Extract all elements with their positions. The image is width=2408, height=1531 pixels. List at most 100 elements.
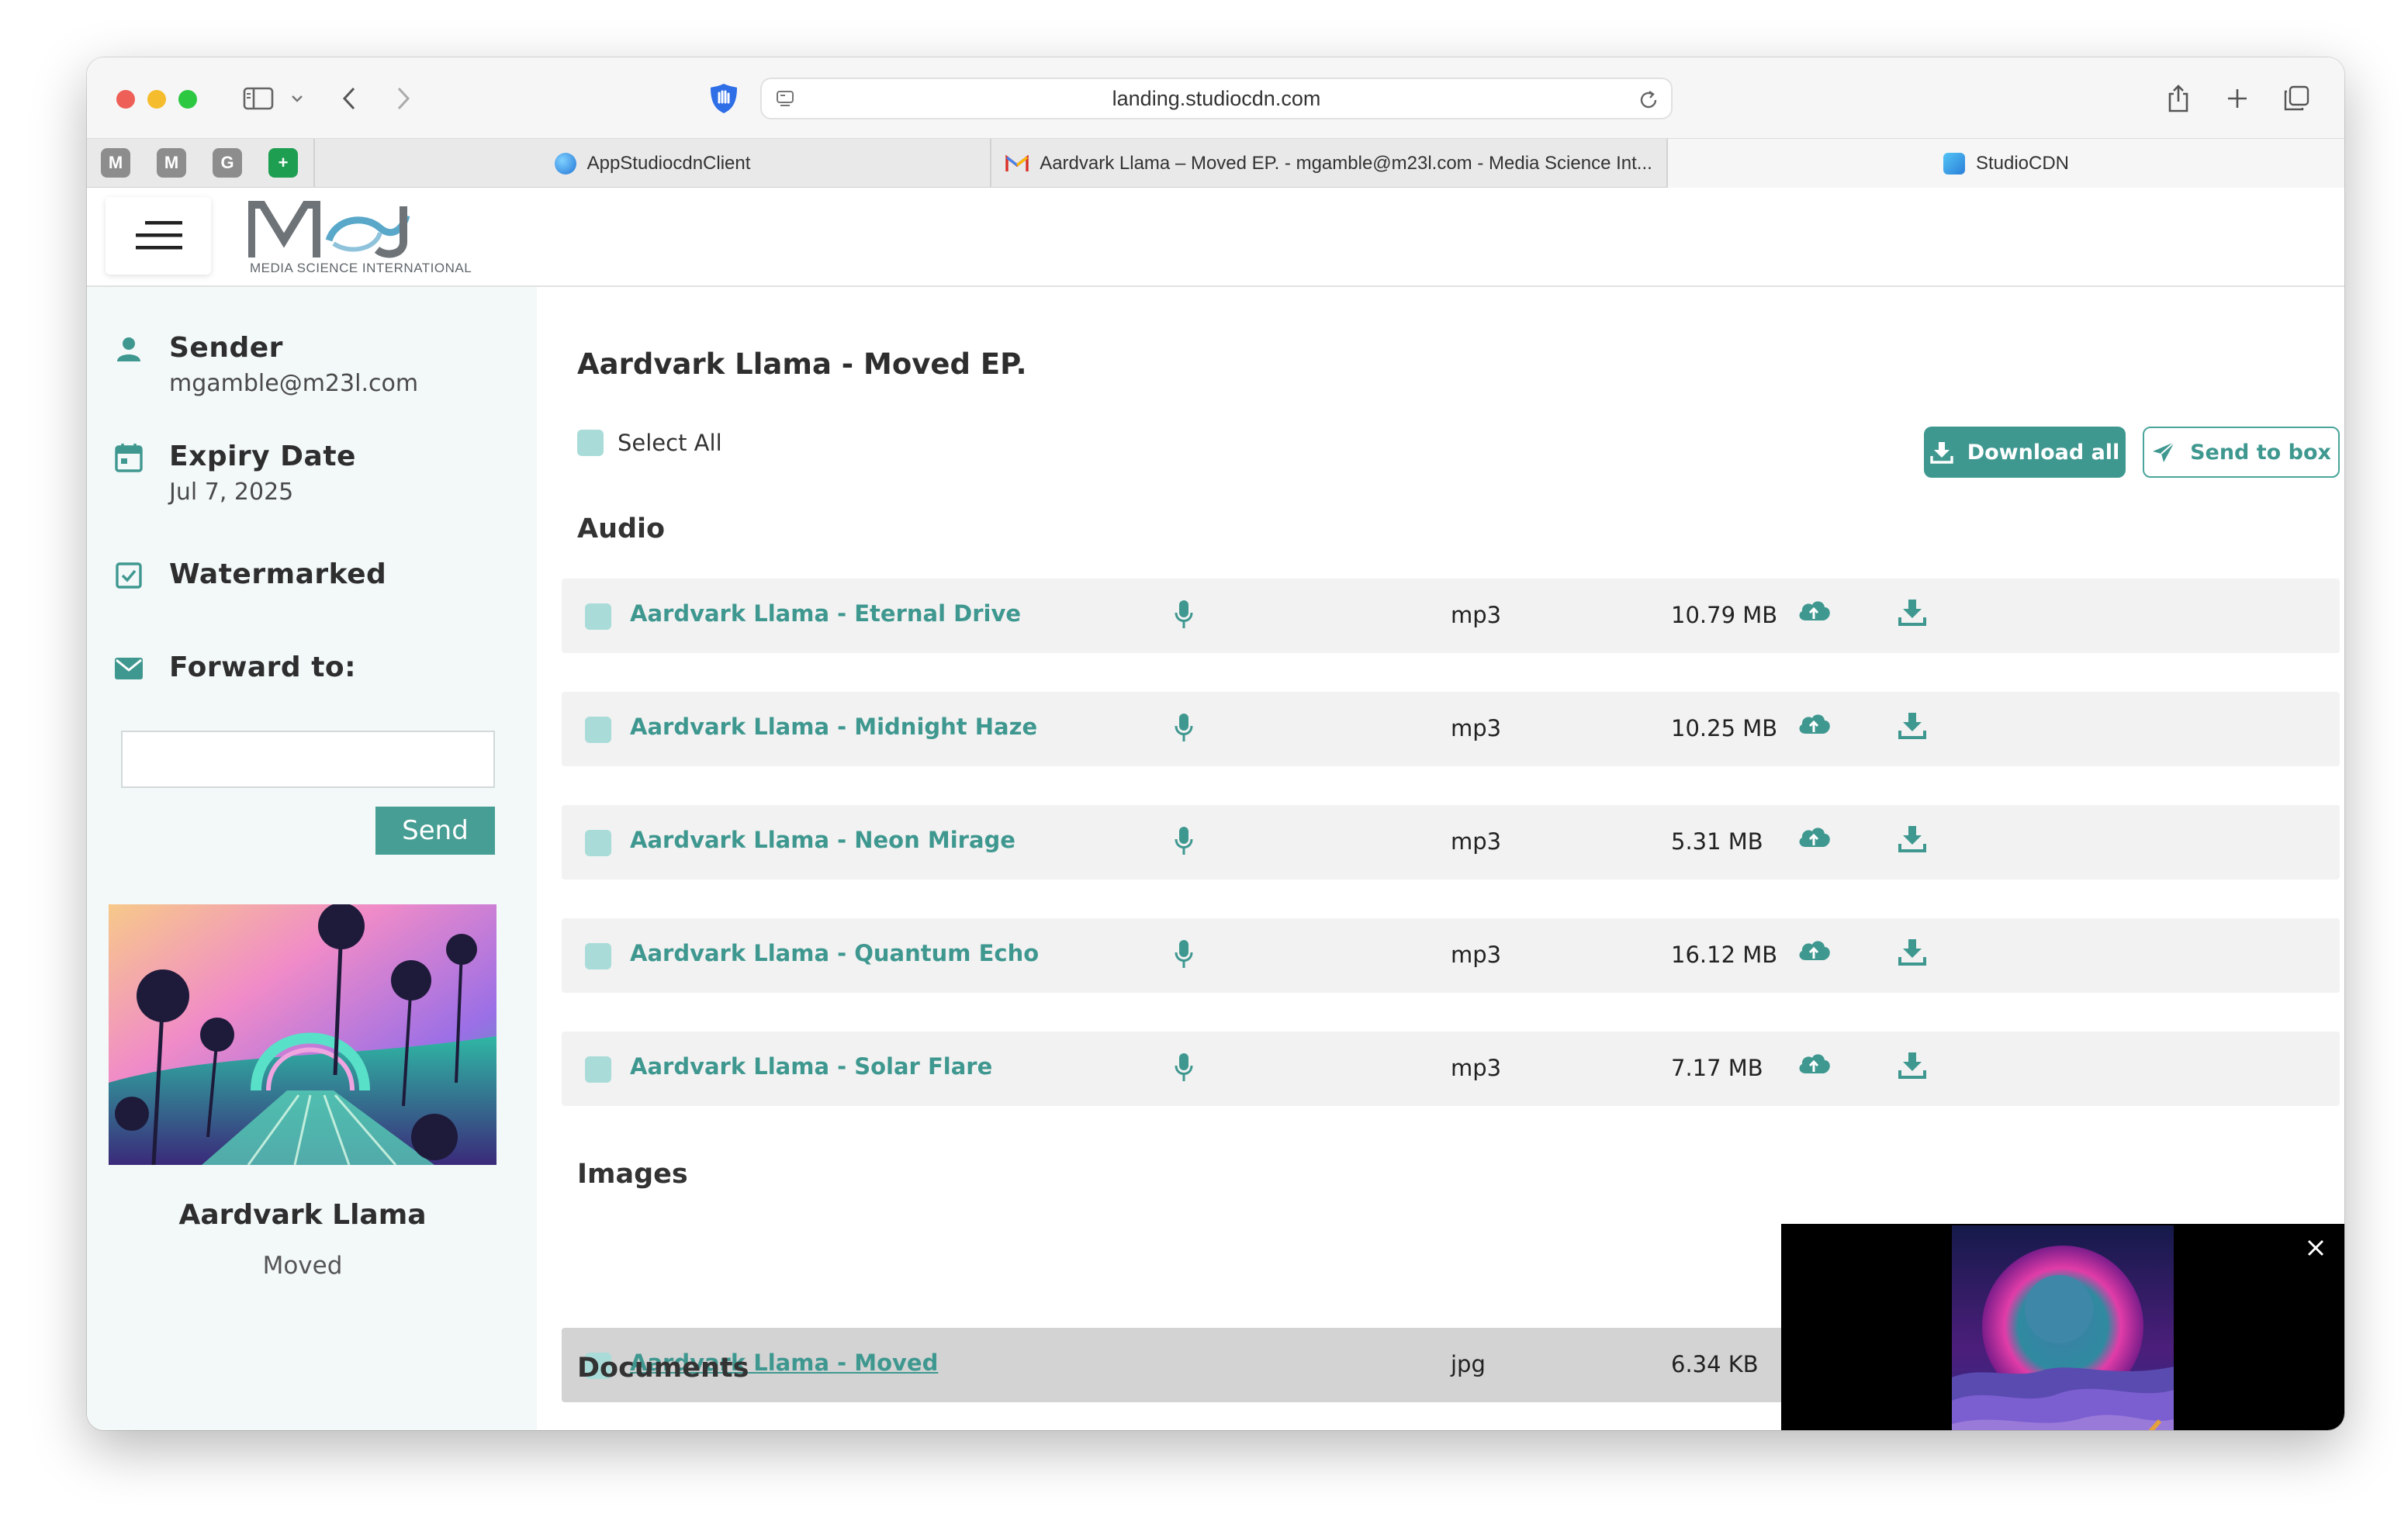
file-checkbox[interactable] (585, 943, 611, 969)
minimize-window-button[interactable] (147, 90, 166, 109)
album-name: Moved (262, 1252, 343, 1280)
file-size: 16.12 MB (1671, 942, 1778, 968)
tab-title: Aardvark Llama – Moved EP. - mgamble@m23… (1040, 153, 1652, 174)
file-name-link[interactable]: Aardvark Llama - Quantum Echo (630, 940, 1039, 966)
sender-email: mgamble@m23l.com (169, 370, 419, 397)
file-row[interactable]: Aardvark Llama - Midnight Haze mp3 10.25 M… (562, 692, 2340, 766)
send-to-box-label: Send to box (2190, 440, 2331, 465)
pinned-tab-label: G (220, 153, 234, 172)
privacy-shield-icon[interactable] (704, 78, 743, 119)
download-all-label: Download all (1967, 440, 2120, 465)
watermarked-label: Watermarked (169, 558, 387, 590)
microphone-icon (1175, 938, 1193, 973)
download-icon[interactable] (1898, 597, 1927, 630)
logo-text: MEDIA SCIENCE INTERNATIONAL (250, 261, 472, 275)
forward-icon[interactable] (388, 78, 419, 119)
checkbox-icon (112, 558, 146, 593)
tab-strip: M M G + AppStudiocdnClient Aardvark Llam… (87, 138, 2344, 188)
menu-button[interactable] (106, 197, 211, 275)
address-bar[interactable]: landing.studiocdn.com (760, 78, 1673, 119)
file-checkbox[interactable] (585, 603, 611, 630)
file-size: 5.31 MB (1671, 828, 1763, 855)
cloud-upload-icon[interactable] (1797, 937, 1831, 966)
page-content: MEDIA SCIENCE INTERNATIONAL Sender mgamb… (87, 188, 2344, 1430)
send-button[interactable]: Send (375, 807, 495, 855)
album-cover-image (109, 904, 496, 1165)
file-checkbox[interactable] (585, 717, 611, 743)
expiry-label: Expiry Date (169, 441, 356, 472)
page-settings-icon[interactable] (774, 88, 796, 116)
tab-gmail[interactable]: Aardvark Llama – Moved EP. - mgamble@m23… (990, 139, 1666, 188)
window-controls (116, 90, 197, 109)
select-all-label: Select All (618, 430, 722, 456)
forward-email-input[interactable] (121, 731, 495, 788)
images-section-heading: Images (577, 1159, 688, 1190)
image-preview-popup (1781, 1224, 2344, 1430)
forward-info: Forward to: (112, 651, 356, 686)
download-icon[interactable] (1898, 937, 1927, 969)
hamburger-icon (136, 221, 182, 250)
tab-studiocdn[interactable]: StudioCDN (1666, 139, 2344, 188)
cloud-upload-icon[interactable] (1797, 824, 1831, 853)
studiocdn-favicon-icon (1943, 153, 1965, 175)
back-icon[interactable] (334, 78, 365, 119)
sidebar-toggle-icon[interactable] (239, 78, 278, 119)
microphone-icon (1175, 712, 1193, 746)
file-row[interactable]: Aardvark Llama - Solar Flare mp3 7.17 MB (562, 1032, 2340, 1106)
cloud-upload-icon[interactable] (1797, 597, 1831, 627)
tab-title: StudioCDN (1975, 153, 2070, 174)
new-tab-icon[interactable] (2220, 78, 2254, 119)
share-icon[interactable] (2161, 78, 2195, 119)
sidebar: Sender mgamble@m23l.com Expiry Date Jul … (87, 287, 537, 1430)
tab-appstudiocdnclient[interactable]: AppStudiocdnClient (313, 139, 990, 188)
calendar-icon (112, 441, 146, 475)
file-type: mp3 (1451, 1055, 1502, 1081)
pinned-tab-sheets[interactable]: + (268, 148, 298, 178)
envelope-icon (112, 651, 146, 686)
expiry-date: Jul 7, 2025 (169, 479, 294, 506)
url-text[interactable]: landing.studiocdn.com (1112, 87, 1321, 111)
file-size: 10.25 MB (1671, 715, 1778, 741)
file-name-link[interactable]: Aardvark Llama - Solar Flare (630, 1053, 992, 1080)
close-window-button[interactable] (116, 90, 135, 109)
sender-label: Sender (169, 332, 283, 364)
file-type: mp3 (1451, 715, 1502, 741)
cloud-upload-icon[interactable] (1797, 1050, 1831, 1080)
reload-icon[interactable] (1637, 88, 1660, 117)
file-row[interactable]: Aardvark Llama - Quantum Echo mp3 16.12 MB (562, 918, 2340, 993)
zoom-window-button[interactable] (178, 90, 197, 109)
download-all-button[interactable]: Download all (1924, 427, 2126, 478)
gmail-icon (1005, 154, 1029, 171)
file-size: 6.34 KB (1671, 1351, 1759, 1377)
cloud-upload-icon[interactable] (1797, 710, 1831, 740)
artist-name: Aardvark Llama (178, 1199, 427, 1231)
browser-toolbar: landing.studiocdn.com (87, 57, 2344, 138)
msi-logo[interactable]: MEDIA SCIENCE INTERNATIONAL (247, 195, 543, 281)
documents-section-heading: Documents (577, 1353, 749, 1384)
download-icon[interactable] (1898, 824, 1927, 856)
file-name-link[interactable]: Aardvark Llama - Neon Mirage (630, 827, 1015, 853)
microphone-icon (1175, 599, 1193, 633)
file-checkbox[interactable] (585, 1056, 611, 1083)
person-icon (112, 332, 146, 366)
close-icon[interactable] (2306, 1238, 2326, 1261)
pinned-tab-m2[interactable]: M (157, 148, 186, 178)
send-to-box-button[interactable]: Send to box (2143, 427, 2340, 478)
file-checkbox[interactable] (585, 830, 611, 856)
select-all-checkbox[interactable] (577, 430, 604, 456)
pinned-tab-label: M (108, 153, 123, 172)
download-icon[interactable] (1898, 1050, 1927, 1083)
tab-overview-icon[interactable] (2279, 78, 2313, 119)
browser-window: landing.studiocdn.com M M G + AppStudioc… (87, 57, 2344, 1430)
file-row[interactable]: Aardvark Llama - Neon Mirage mp3 5.31 MB (562, 805, 2340, 880)
site-header: MEDIA SCIENCE INTERNATIONAL (87, 188, 2344, 287)
select-all[interactable]: Select All (577, 430, 722, 456)
download-icon[interactable] (1898, 710, 1927, 743)
chevron-down-icon[interactable] (285, 78, 309, 119)
file-name-link[interactable]: Aardvark Llama - Midnight Haze (630, 714, 1037, 740)
pinned-tab-g[interactable]: G (213, 148, 242, 178)
file-row[interactable]: Aardvark Llama - Eternal Drive mp3 10.79 M… (562, 579, 2340, 653)
file-name-link[interactable]: Aardvark Llama - Eternal Drive (630, 600, 1021, 627)
pinned-tab-m1[interactable]: M (101, 148, 130, 178)
pinned-tab-label: + (278, 153, 289, 172)
